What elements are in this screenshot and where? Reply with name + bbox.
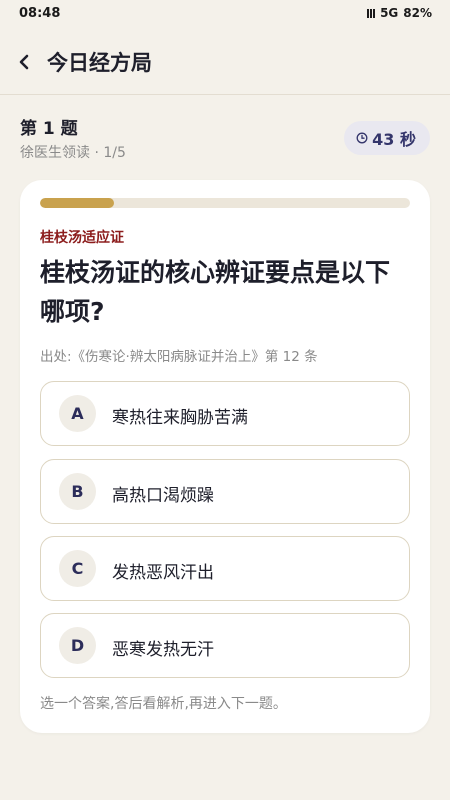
option-letter: B xyxy=(59,473,96,510)
page-title: 今日经方局 xyxy=(47,51,152,75)
option-a[interactable]: A 寒热往来胸胁苦满 xyxy=(40,381,410,446)
option-letter: C xyxy=(59,550,96,587)
timer-badge: 43 秒 xyxy=(344,121,430,155)
answer-hint: 选一个答案,答后看解析,再进入下一题。 xyxy=(40,696,287,712)
option-text: 发热恶风汗出 xyxy=(112,563,214,583)
app-header: 今日经方局 xyxy=(0,30,450,95)
source-citation: 出处:《伤寒论·辨太阳病脉证并治上》第 12 条 xyxy=(40,349,318,365)
network-type: 5G xyxy=(380,6,399,20)
progress-fill xyxy=(40,198,114,208)
battery-level: 82% xyxy=(403,6,432,20)
status-bar: 08:48 5G 82% xyxy=(0,0,450,30)
question-text: 桂枝汤证的核心辨证要点是以下哪项? xyxy=(40,258,391,326)
chevron-left-icon[interactable] xyxy=(14,48,36,76)
signal-bars-icon xyxy=(367,8,376,18)
option-d[interactable]: D 恶寒发热无汗 xyxy=(40,613,410,678)
option-text: 高热口渴烦躁 xyxy=(112,486,214,506)
option-b[interactable]: B 高热口渴烦躁 xyxy=(40,459,410,524)
question-card: 桂枝汤适应证 桂枝汤证的核心辨证要点是以下哪项? 出处:《伤寒论·辨太阳病脉证并… xyxy=(20,180,430,733)
category-tag: 桂枝汤适应证 xyxy=(40,230,124,246)
progress-bar xyxy=(40,198,410,208)
option-text: 恶寒发热无汗 xyxy=(112,640,214,660)
option-letter: A xyxy=(59,395,96,432)
status-indicators: 5G 82% xyxy=(367,6,432,20)
clock-icon xyxy=(356,132,368,144)
question-subtitle: 徐医生领读 · 1/5 xyxy=(20,145,126,161)
timer-value: 43 秒 xyxy=(372,130,416,149)
option-letter: D xyxy=(59,627,96,664)
option-text: 寒热往来胸胁苦满 xyxy=(112,408,248,428)
status-time: 08:48 xyxy=(19,6,61,21)
question-number: 第 1 题 xyxy=(20,119,78,139)
option-c[interactable]: C 发热恶风汗出 xyxy=(40,536,410,601)
